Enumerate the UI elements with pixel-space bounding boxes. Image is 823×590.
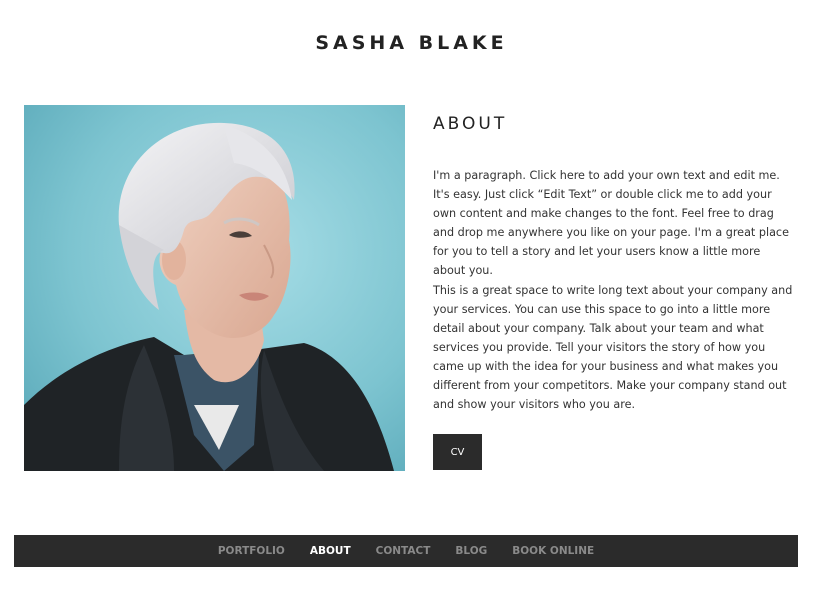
about-paragraph-2: This is a great space to write long text… (433, 284, 793, 411)
nav-item-blog[interactable]: BLOG (455, 545, 487, 557)
nav-item-portfolio[interactable]: PORTFOLIO (218, 545, 285, 557)
nav-item-about[interactable]: ABOUT (310, 545, 351, 557)
site-title[interactable]: SASHA BLAKE (0, 32, 823, 54)
portrait-illustration (24, 105, 405, 471)
about-heading: ABOUT (433, 114, 508, 134)
about-paragraph-1: I'm a paragraph. Click here to add your … (433, 169, 789, 277)
portrait-photo (24, 105, 405, 471)
cv-button[interactable]: CV (433, 434, 482, 470)
nav-item-book-online[interactable]: BOOK ONLINE (512, 545, 594, 557)
nav-item-contact[interactable]: CONTACT (376, 545, 431, 557)
site-navigation: PORTFOLIO ABOUT CONTACT BLOG BOOK ONLINE (14, 535, 798, 567)
